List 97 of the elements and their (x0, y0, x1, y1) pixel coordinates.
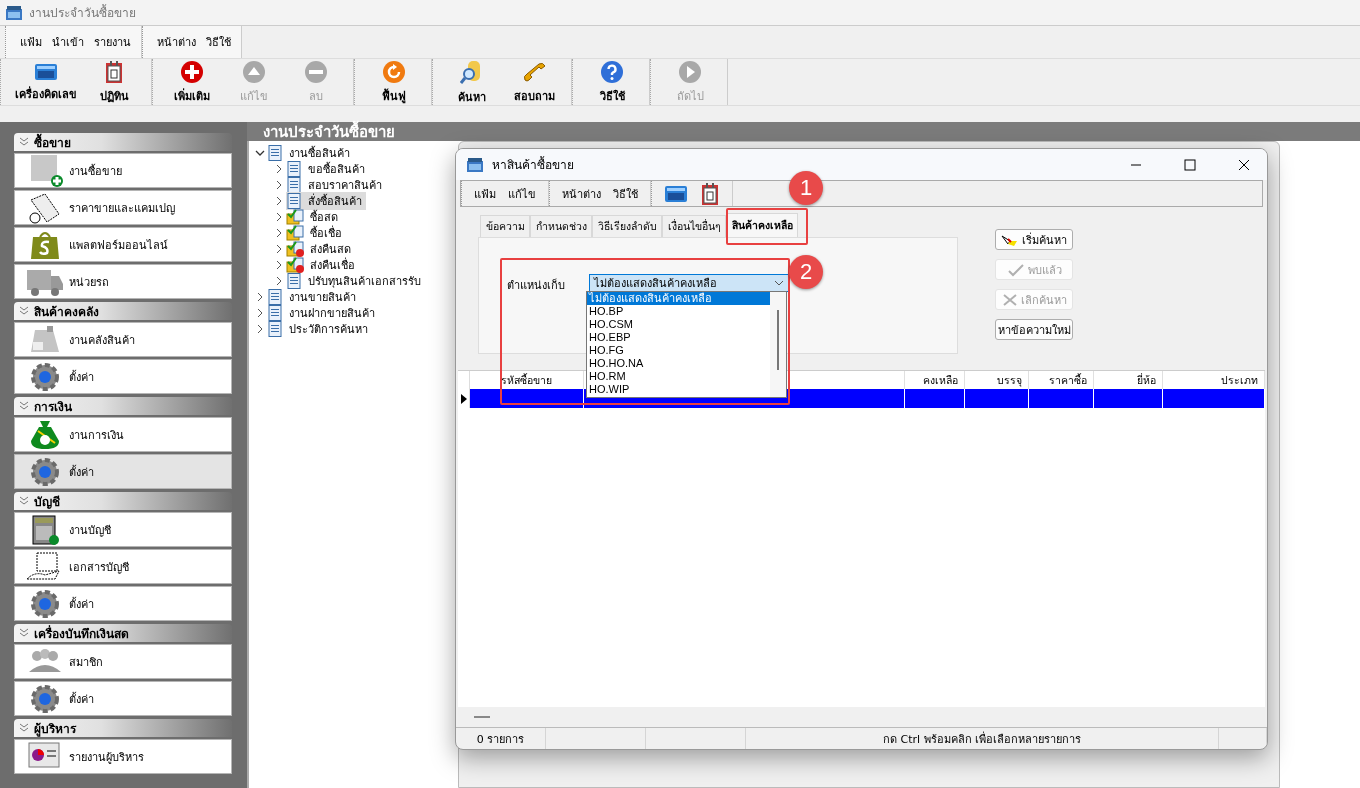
document-icon (267, 145, 283, 161)
cross-icon (1001, 292, 1018, 307)
next-icon (678, 59, 702, 84)
calendar-icon (700, 181, 720, 206)
collapse-icon (19, 401, 29, 411)
collapse-icon (19, 137, 29, 147)
menu-item[interactable]: วิธีใช้ (613, 184, 638, 203)
collapse-icon (19, 306, 29, 316)
dialog-title: หาสินค้าซื้อขาย (492, 155, 575, 174)
sidebar-group-header[interactable]: สินค้าคงคลัง (14, 302, 232, 320)
tree-item[interactable]: ซื้อเชื่อ (255, 225, 346, 241)
field-label: ตำแหน่งเก็บ (507, 277, 565, 294)
tree-item[interactable]: ประวัติการค้นหา (255, 321, 372, 337)
document-icon (267, 321, 283, 337)
document-icon (286, 177, 302, 193)
row-pointer-icon (459, 393, 468, 404)
minus-icon (304, 59, 328, 84)
sidebar-item[interactable]: ตั้งค่า (14, 454, 232, 489)
menu-item[interactable]: แฟ้ม (20, 33, 42, 51)
document-icon (286, 193, 302, 209)
close-icon (1238, 158, 1250, 171)
tab[interactable]: สินค้าคงเหลือ (726, 213, 798, 237)
collapse-icon (19, 628, 29, 638)
folder-check-icon (286, 225, 304, 241)
check-icon (1006, 262, 1025, 277)
sidebar-item[interactable]: งานบัญชี (14, 512, 232, 547)
sidebar-group-header[interactable]: ผู้บริหาร (14, 719, 232, 737)
toolbar-button[interactable]: เพิ่มเติม (163, 57, 221, 107)
sidebar-item[interactable]: หน่วยรถ (14, 264, 232, 299)
sidebar-group-header[interactable]: การเงิน (14, 397, 232, 415)
folder-cancel-icon (286, 257, 304, 273)
menu-item[interactable]: หน้าต่าง (157, 33, 196, 51)
toolbar-button[interactable]: ฟื้นฟู (365, 57, 423, 107)
app-icon (5, 4, 23, 21)
collapse-icon (19, 496, 29, 506)
menu-item[interactable]: หน้าต่าง (562, 184, 601, 203)
tree-item[interactable]: งานขายสินค้า (255, 289, 360, 305)
tab[interactable]: วิธีเรียงลำดับ (592, 215, 662, 237)
tree-item[interactable]: ส่งคืนเชื่อ (255, 257, 359, 273)
sidebar-item[interactable]: ราคาขายและแคมเปญ (14, 190, 232, 225)
sidebar-item[interactable]: สมาชิก (14, 644, 232, 679)
document-icon (267, 305, 283, 321)
document-icon (286, 161, 302, 177)
sidebar-item[interactable]: ตั้งค่า (14, 681, 232, 716)
sidebar-item[interactable]: แพลตฟอร์มออนไลน์ (14, 227, 232, 262)
tree-item[interactable]: งานฝากขายสินค้า (255, 305, 379, 321)
tree-item[interactable]: งานซื้อสินค้า (255, 145, 354, 161)
tree-item[interactable]: ซื้อสด (255, 209, 342, 225)
document-icon (267, 289, 283, 305)
toolbar-button[interactable]: วิธีใช้ (583, 57, 641, 107)
help-icon (600, 59, 624, 84)
tab[interactable]: เงื่อนไขอื่นๆ (662, 215, 726, 237)
refresh-icon (382, 59, 406, 84)
calendar-icon (104, 59, 124, 84)
window-title: งานประจำวันซื้อขาย (29, 3, 136, 22)
sidebar-item[interactable]: เอกสารบัญชี (14, 549, 232, 584)
sidebar-item[interactable]: งานการเงิน (14, 417, 232, 452)
menu-item[interactable]: แฟ้ม (474, 184, 496, 203)
maximize-icon (1184, 158, 1196, 171)
tree-item[interactable]: ขอซื้อสินค้า (255, 161, 369, 177)
dropdown-option[interactable]: ไม่ต้องแสดงสินค้าคงเหลือ (587, 292, 770, 305)
sidebar-item[interactable]: รายงานผู้บริหาร (14, 739, 232, 774)
plus-icon (180, 59, 204, 84)
sidebar-item[interactable]: งานคลังสินค้า (14, 322, 232, 357)
dropdown-caret-icon (774, 278, 784, 288)
location-dropdown[interactable]: ไม่ต้องแสดงสินค้าคงเหลือ (589, 274, 789, 292)
toolbar-button[interactable]: ค้นหา (443, 56, 501, 108)
tree-item[interactable]: สอบราคาสินค้า (255, 177, 386, 193)
sidebar-item[interactable]: งานซื้อขาย (14, 153, 232, 188)
status-text: 0 รายการ (476, 731, 525, 748)
dialog-button[interactable]: เริ่มค้นหา (995, 229, 1073, 250)
app-icon (466, 156, 484, 173)
dialog-button[interactable]: หาข้อความใหม่ (995, 319, 1073, 340)
tab[interactable]: ข้อความ (480, 215, 530, 237)
tab[interactable]: กำหนดช่วง (530, 215, 592, 237)
document-icon (286, 273, 302, 289)
sidebar-group-header[interactable]: บัญชี (14, 492, 232, 510)
menu-item[interactable]: แก้ไข (508, 184, 536, 203)
menu-item[interactable]: นำเข้า (52, 33, 84, 51)
toolbar-button[interactable]: สอบถาม (505, 57, 563, 107)
collapse-icon (19, 723, 29, 733)
tree-item[interactable]: ปรับทุนสินค้าเอกสารรับ (255, 273, 425, 289)
sidebar-group-header[interactable]: ซื้อขาย (14, 133, 232, 151)
splitter-handle[interactable] (474, 716, 490, 718)
toolbar-button[interactable]: ปฏิทิน (85, 57, 143, 107)
sidebar-item[interactable]: ตั้งค่า (14, 586, 232, 621)
sidebar-group-header[interactable]: เครื่องบันทึกเงินสด (14, 624, 232, 642)
chevron-down-icon (255, 148, 265, 158)
sidebar-item[interactable]: ตั้งค่า (14, 359, 232, 394)
folder-check-icon (286, 209, 304, 225)
toolbar-button[interactable]: เครื่องคิดเลข (11, 59, 81, 105)
folder-cancel-icon (286, 241, 304, 257)
section-header: งานประจำวันซื้อขาย (247, 122, 1360, 141)
status-text: กด Ctrl พร้อมคลิก เพื่อเลือกหลายรายการ (882, 730, 1082, 748)
menu-item[interactable]: วิธีใช้ (206, 33, 231, 51)
tree-item[interactable]: ส่งคืนสด (255, 241, 355, 257)
menu-item[interactable]: รายงาน (94, 33, 131, 51)
